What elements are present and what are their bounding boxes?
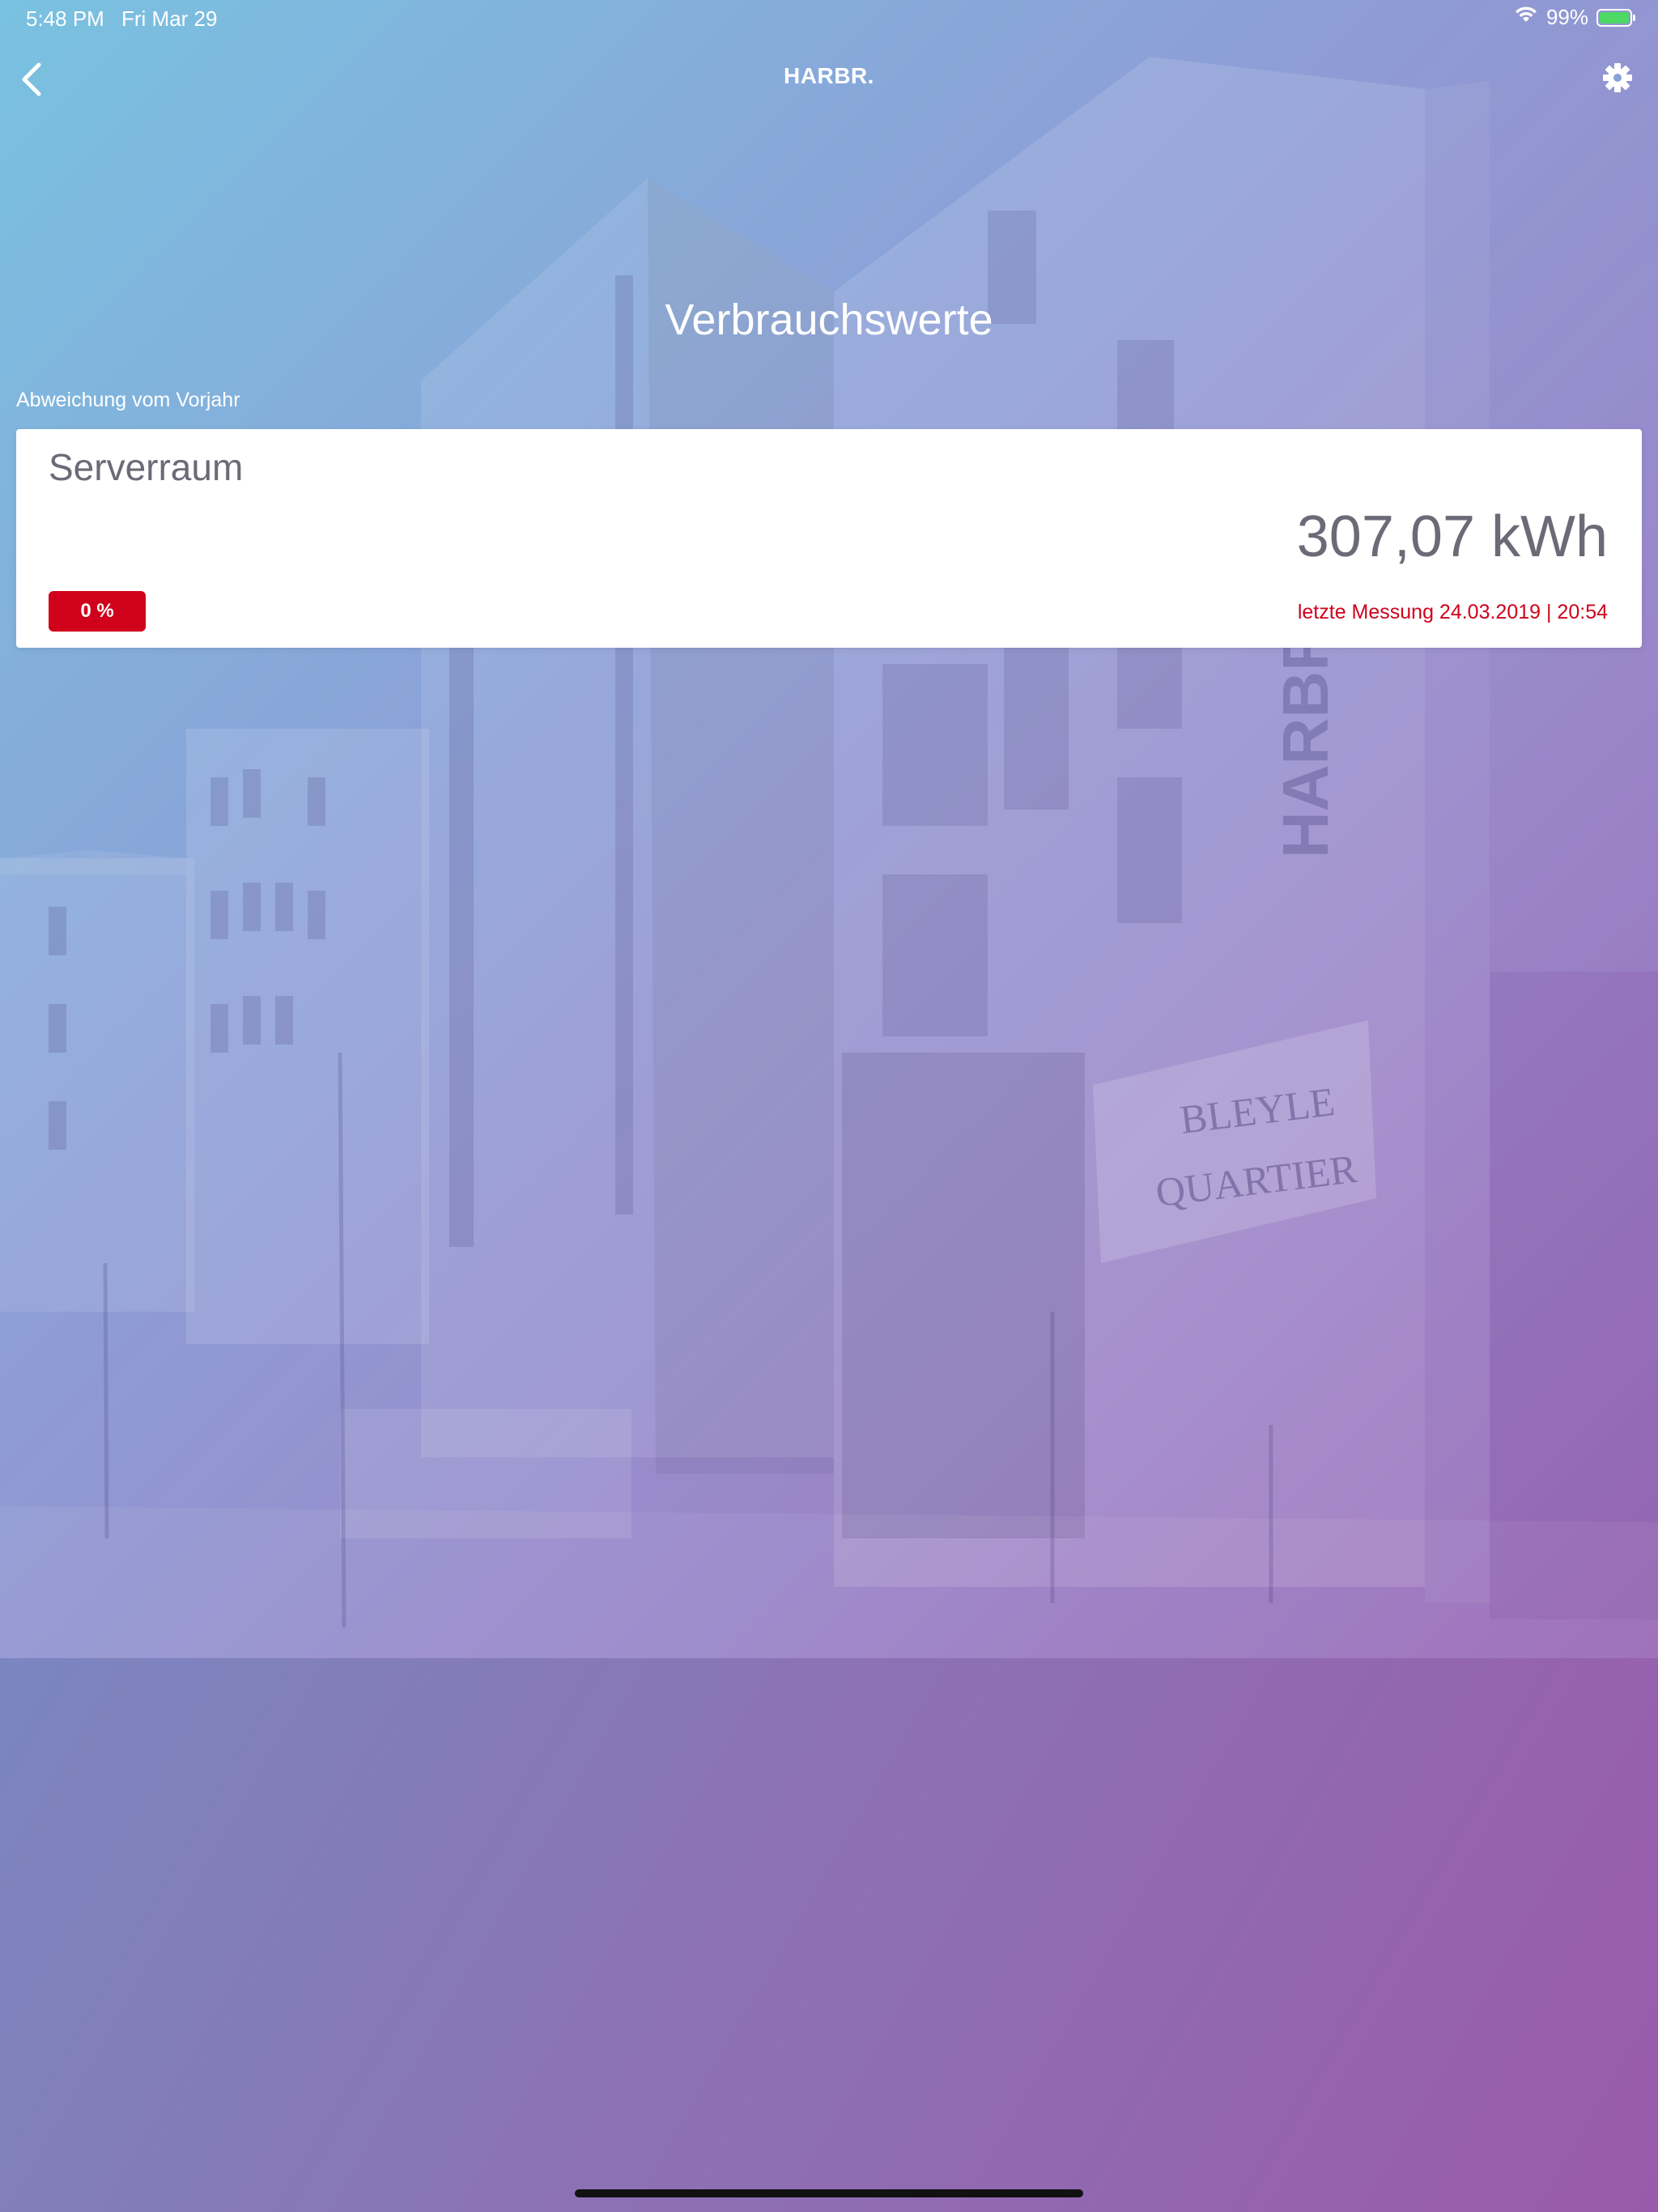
background-bottom-gradient <box>0 1658 1658 2212</box>
status-time: 5:48 PM <box>26 6 104 31</box>
nav-title: HARBR. <box>784 63 874 88</box>
card-consumption-value: 307,07 kWh <box>1296 504 1608 569</box>
last-measurement-text: letzte Messung 24.03.2019 | 20:54 <box>1297 601 1608 623</box>
card-caption: Abweichung vom Vorjahr <box>16 389 240 411</box>
status-indicators: 99% <box>1514 5 1635 30</box>
deviation-badge: 0 % <box>49 591 146 632</box>
battery-percent: 99% <box>1545 5 1588 29</box>
battery-cap <box>1633 14 1635 21</box>
status-date: Fri Mar 29 <box>121 6 218 31</box>
settings-button[interactable] <box>1600 60 1635 96</box>
gear-icon <box>1603 63 1632 92</box>
battery-charging-icon <box>1596 8 1635 27</box>
app-screen: BLEYLE QUARTIER HARBR. 5:48 PM Fri Mar 2… <box>0 0 1658 2212</box>
home-indicator[interactable] <box>575 2189 1083 2197</box>
status-bar: 5:48 PM Fri Mar 29 99% <box>0 0 1658 39</box>
battery-level-fill <box>1600 11 1629 23</box>
section-title: Verbrauchswerte <box>665 296 993 344</box>
consumption-card[interactable]: Serverraum 307,07 kWh 0 % letzte Messung… <box>16 429 1642 648</box>
wifi-icon <box>1514 5 1538 30</box>
background-building-photo: BLEYLE QUARTIER HARBR. <box>0 0 1658 1658</box>
card-room-name: Serverraum <box>49 446 244 488</box>
